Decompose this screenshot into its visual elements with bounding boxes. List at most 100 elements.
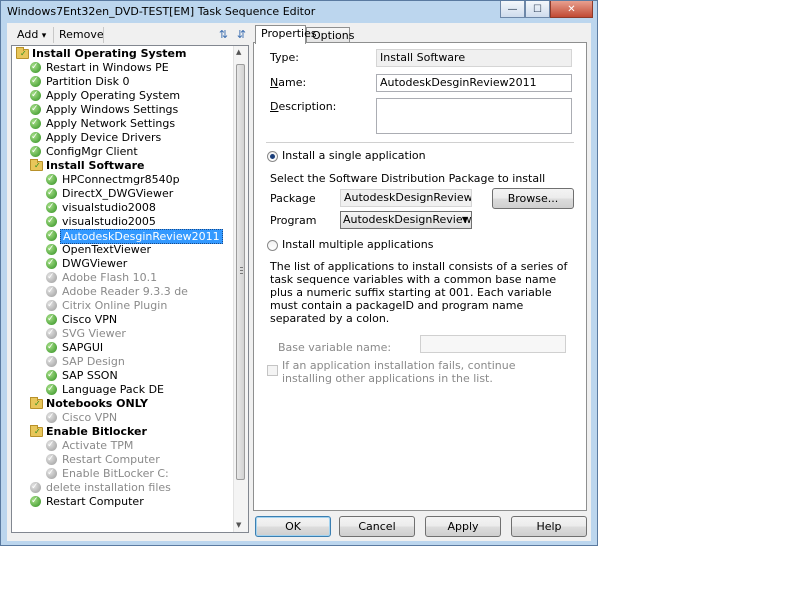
tree-item[interactable]: Apply Windows Settings — [12, 102, 236, 117]
step-ok-icon — [30, 88, 41, 102]
step-ok-icon — [30, 116, 41, 130]
remove-button[interactable]: Remove — [59, 28, 104, 41]
description-label: Description: — [270, 100, 337, 113]
continue-on-failure-label: If an application installation fails, co… — [282, 359, 516, 385]
tree-item[interactable]: visualstudio2005 — [12, 214, 236, 229]
step-ok-icon — [30, 74, 41, 88]
disabled-step-icon — [46, 438, 57, 452]
cancel-button[interactable]: Cancel — [339, 516, 415, 537]
tree-item[interactable]: Apply Network Settings — [12, 116, 236, 131]
help-button[interactable]: Help — [511, 516, 587, 537]
continue-on-failure-checkbox[interactable] — [267, 365, 278, 376]
divider — [266, 142, 574, 143]
tree-item[interactable]: Install Software — [12, 159, 236, 173]
properties-panel: Type: Install Software Name: AutodeskDes… — [253, 42, 587, 511]
title-bar[interactable]: Windows7Ent32en_DVD-TEST[EM] Task Sequen… — [1, 1, 597, 23]
tree-item[interactable]: SVG Viewer — [12, 326, 236, 341]
add-menu-button[interactable]: Add ▾ — [17, 28, 46, 41]
tree-item[interactable]: Adobe Flash 10.1 — [12, 270, 236, 285]
tree-item[interactable]: Adobe Reader 9.3.3 de — [12, 284, 236, 299]
scrollbar-thumb[interactable] — [236, 64, 245, 480]
tree-item[interactable]: delete installation files — [12, 480, 236, 495]
disabled-step-icon — [46, 326, 57, 340]
apply-button[interactable]: Apply — [425, 516, 501, 537]
tree-item[interactable]: DirectX_DWGViewer — [12, 186, 236, 201]
single-app-radio[interactable] — [267, 151, 278, 162]
tree-item[interactable]: OpenTextViewer — [12, 242, 236, 257]
move-down-icon[interactable]: ⇵ — [235, 28, 248, 41]
minimize-icon: — — [507, 3, 518, 15]
tree-item[interactable]: Restart in Windows PE — [12, 60, 236, 75]
type-field: Install Software — [376, 49, 572, 67]
tree-item[interactable]: AutodeskDesginReview2011 — [12, 228, 236, 244]
tree-item[interactable]: HPConnectmgr8540p — [12, 172, 236, 187]
multiple-apps-radio[interactable] — [267, 240, 278, 251]
scroll-down-icon[interactable]: ▼ — [236, 521, 241, 529]
multiple-apps-description: The list of applications to install cons… — [270, 260, 568, 325]
tree-item[interactable]: Citrix Online Plugin — [12, 298, 236, 313]
tree-scrollbar[interactable]: ▲ ▼ — [233, 46, 248, 532]
tree-item[interactable]: SAP Design — [12, 354, 236, 369]
name-label: Name: — [270, 76, 307, 89]
tree-item-label: Apply Operating System — [46, 89, 181, 102]
program-dropdown[interactable]: AutodeskDesignReview2011 ▼ — [340, 211, 472, 229]
tree-item[interactable]: Install Operating System — [12, 47, 236, 61]
client-area: Add ▾ Remove ⇅ ⇵ Install Operating Syste… — [7, 23, 591, 541]
tree-item-label: Apply Device Drivers — [46, 131, 162, 144]
tree-item[interactable]: Cisco VPN — [12, 312, 236, 327]
tree-item-label: Restart in Windows PE — [46, 61, 169, 74]
browse-button[interactable]: Browse... — [492, 188, 574, 209]
multiple-apps-label[interactable]: Install multiple applications — [282, 238, 433, 251]
description-field[interactable] — [376, 98, 572, 134]
tree-item[interactable]: Enable BitLocker C: — [12, 466, 236, 481]
group-folder-icon — [16, 47, 29, 61]
step-ok-icon — [30, 494, 41, 508]
single-app-label[interactable]: Install a single application — [282, 149, 426, 162]
tree-item[interactable]: ConfigMgr Client — [12, 144, 236, 159]
disabled-step-icon — [46, 354, 57, 368]
thumb-grip — [240, 270, 243, 271]
chevron-down-icon: ▾ — [41, 31, 47, 41]
tree-item[interactable]: SAP SSON — [12, 368, 236, 383]
tree-item[interactable]: DWGViewer — [12, 256, 236, 271]
maximize-button[interactable]: ☐ — [525, 1, 550, 18]
tab-properties[interactable]: Properties — [255, 25, 317, 44]
tree-item-label: HPConnectmgr8540p — [62, 173, 180, 186]
tree-item-label: ConfigMgr Client — [46, 145, 138, 158]
step-ok-icon — [46, 172, 57, 186]
disabled-step-icon — [46, 452, 57, 466]
disabled-step-icon — [30, 480, 41, 494]
package-label: Package — [270, 192, 316, 205]
tree-item[interactable]: Apply Device Drivers — [12, 130, 236, 145]
scroll-up-icon[interactable]: ▲ — [236, 48, 241, 56]
tree-item[interactable]: Notebooks ONLY — [12, 397, 236, 411]
ok-button[interactable]: OK — [255, 516, 331, 537]
tree-item-label: visualstudio2005 — [62, 215, 156, 228]
tree-item[interactable]: Activate TPM — [12, 438, 236, 453]
tree-item[interactable]: Apply Operating System — [12, 88, 236, 103]
task-sequence-tree[interactable]: Install Operating SystemRestart in Windo… — [11, 45, 249, 533]
tree-item-label: Cisco VPN — [62, 411, 118, 424]
tree-item[interactable]: Cisco VPN — [12, 410, 236, 425]
window-title: Windows7Ent32en_DVD-TEST[EM] Task Sequen… — [7, 5, 316, 18]
disabled-step-icon — [46, 270, 57, 284]
close-button[interactable]: ✕ — [550, 1, 593, 18]
name-field[interactable]: AutodeskDesginReview2011 — [376, 74, 572, 92]
tree-list: Install Operating SystemRestart in Windo… — [12, 47, 236, 509]
base-variable-field[interactable] — [420, 335, 566, 353]
tree-item[interactable]: Language Pack DE — [12, 382, 236, 397]
step-ok-icon — [30, 130, 41, 144]
step-ok-icon — [46, 382, 57, 396]
tree-item[interactable]: SAPGUI — [12, 340, 236, 355]
tree-item[interactable]: Partition Disk 0 — [12, 74, 236, 89]
tree-item-label: Cisco VPN — [62, 313, 118, 326]
tree-item[interactable]: Enable Bitlocker — [12, 425, 236, 439]
move-up-icon[interactable]: ⇅ — [217, 28, 230, 41]
minimize-button[interactable]: — — [500, 1, 525, 18]
tree-item-label: Adobe Reader 9.3.3 de — [62, 285, 188, 298]
tree-item[interactable]: Restart Computer — [12, 494, 236, 509]
tree-item[interactable]: Restart Computer — [12, 452, 236, 467]
tree-item[interactable]: visualstudio2008 — [12, 200, 236, 215]
tree-item-label: AutodeskDesginReview2011 — [60, 229, 223, 244]
step-ok-icon — [46, 200, 57, 214]
